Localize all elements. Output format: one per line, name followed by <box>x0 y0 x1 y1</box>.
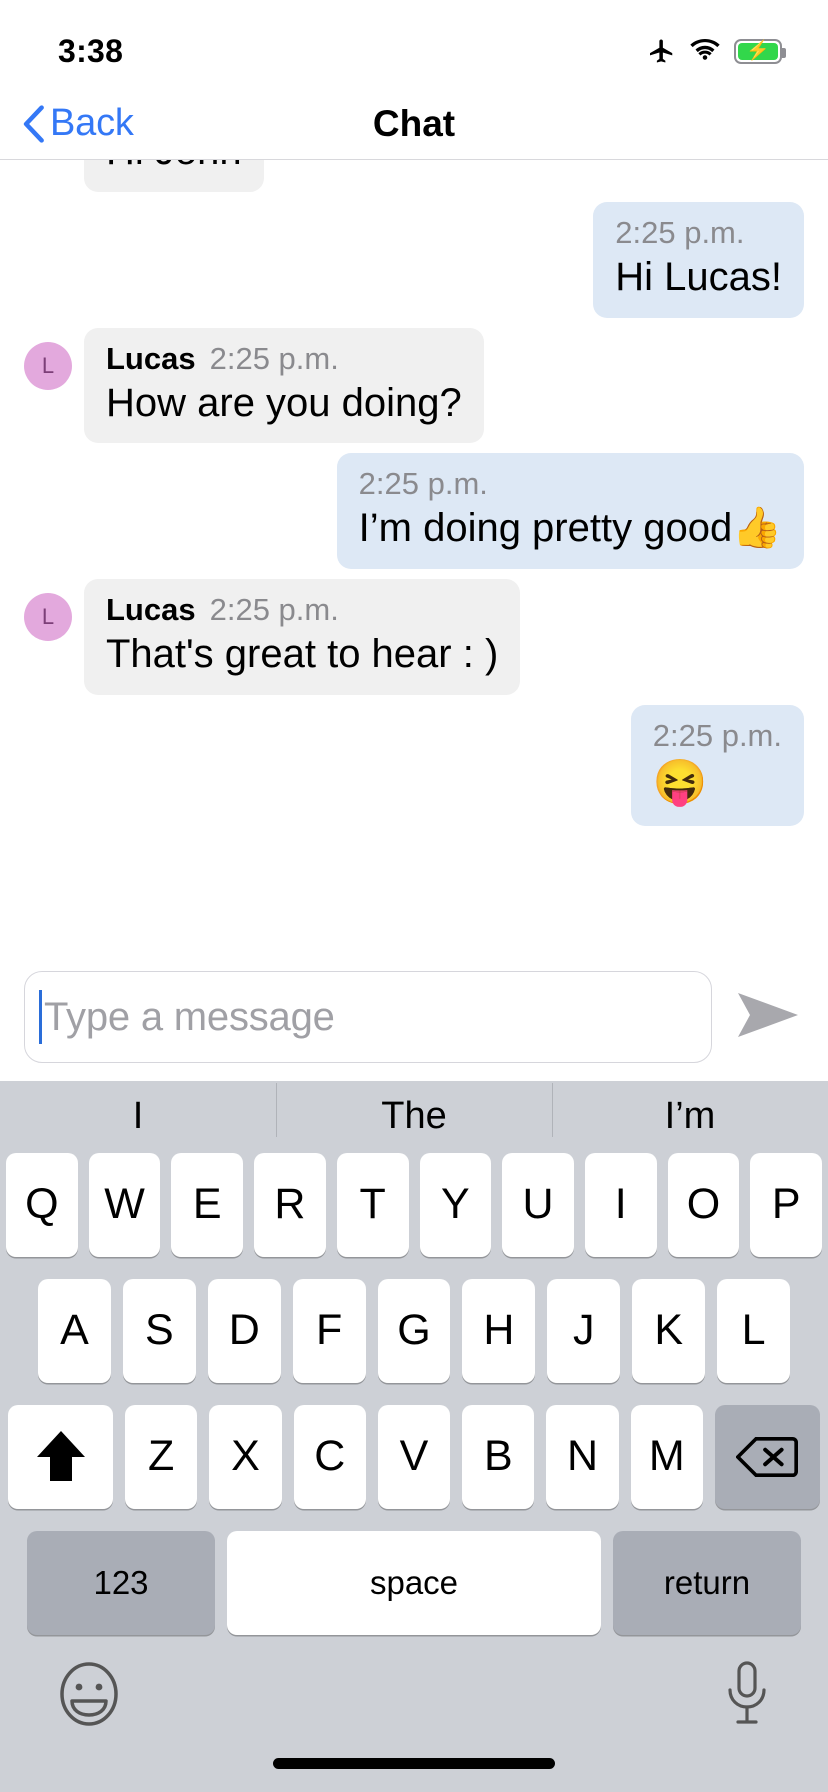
prediction-item[interactable]: I <box>0 1095 276 1138</box>
send-button[interactable] <box>730 979 806 1055</box>
message-bubble[interactable]: 2:25 p.m. Hi Lucas! <box>593 201 804 318</box>
message-sender: Lucas <box>106 340 196 376</box>
backspace-key[interactable] <box>714 1404 820 1509</box>
key-z[interactable]: Z <box>125 1404 198 1509</box>
message-bubble[interactable]: Lucas 2:25 p.m. That's great to hear : ) <box>84 579 521 695</box>
battery-charging-icon: ⚡ <box>734 38 786 64</box>
prediction-bar: I The I’m <box>0 1081 828 1153</box>
message-timestamp: 2:25 p.m. <box>615 214 745 250</box>
back-button[interactable]: Back <box>0 102 134 145</box>
key-u[interactable]: U <box>502 1152 574 1257</box>
dictation-button[interactable] <box>724 1660 770 1728</box>
key-y[interactable]: Y <box>419 1152 492 1257</box>
message-input[interactable]: Type a message <box>24 971 712 1063</box>
airplane-mode-icon <box>646 36 676 66</box>
key-j[interactable]: J <box>547 1278 621 1383</box>
message-meta: 2:25 p.m. <box>615 215 782 251</box>
avatar: L <box>24 341 72 390</box>
message-input-placeholder: Type a message <box>44 994 335 1039</box>
message-text: I’m doing pretty good👍 <box>358 506 782 551</box>
microphone-icon <box>724 1660 770 1728</box>
home-indicator-area <box>0 1753 828 1792</box>
prediction-item[interactable]: I’m <box>552 1083 828 1138</box>
on-screen-keyboard: I The I’m QWERTYUIOP ASDFGHJKL ZXCVBNM 123… <box>0 1081 828 1792</box>
key-c[interactable]: C <box>293 1404 366 1509</box>
key-d[interactable]: D <box>207 1278 281 1383</box>
emoji-face-icon <box>58 1661 120 1727</box>
message-bubble[interactable]: Hi John <box>84 160 264 192</box>
message-timestamp: 2:25 p.m. <box>652 717 782 753</box>
keyboard-bottom-bar <box>0 1635 828 1754</box>
text-caret <box>39 990 42 1044</box>
key-k[interactable]: K <box>632 1278 706 1383</box>
message-timestamp: 2:25 p.m. <box>209 340 339 376</box>
back-button-label: Back <box>50 102 134 144</box>
space-key[interactable]: space <box>227 1530 601 1635</box>
emoji-keyboard-button[interactable] <box>58 1661 120 1727</box>
status-bar: 3:38 ⚡ <box>0 0 828 88</box>
key-s[interactable]: S <box>122 1278 196 1383</box>
key-n[interactable]: N <box>546 1404 619 1509</box>
shift-key[interactable] <box>8 1404 114 1509</box>
message-bubble[interactable]: 2:25 p.m. I’m doing pretty good👍 <box>336 453 804 570</box>
message-bubble[interactable]: Lucas 2:25 p.m. How are you doing? <box>84 327 484 444</box>
key-g[interactable]: G <box>377 1278 451 1383</box>
message-row: 2:25 p.m. 😝 <box>24 704 804 826</box>
message-row: Hi John <box>24 160 804 192</box>
backspace-icon <box>736 1434 799 1480</box>
message-composer: Type a message <box>0 953 828 1081</box>
message-timestamp: 2:25 p.m. <box>358 466 488 502</box>
message-text: Hi Lucas! <box>615 254 782 299</box>
message-text: That's great to hear : ) <box>106 632 499 677</box>
status-bar-icons: ⚡ <box>646 22 786 66</box>
message-text: Hi John <box>106 160 242 176</box>
key-f[interactable]: F <box>292 1278 366 1383</box>
navigation-bar: Back Chat <box>0 88 828 160</box>
prediction-item[interactable]: The <box>276 1083 552 1138</box>
key-e[interactable]: E <box>171 1152 244 1257</box>
key-h[interactable]: H <box>462 1278 536 1383</box>
key-o[interactable]: O <box>667 1152 740 1257</box>
shift-arrow-icon <box>35 1429 87 1485</box>
message-text: How are you doing? <box>106 380 462 425</box>
key-w[interactable]: W <box>88 1152 161 1257</box>
message-row: 2:25 p.m. Hi Lucas! <box>24 201 804 318</box>
message-meta: 2:25 p.m. <box>359 466 782 502</box>
numbers-key[interactable]: 123 <box>27 1530 215 1635</box>
message-text: 😝 <box>652 757 708 807</box>
return-key[interactable]: return <box>613 1530 801 1635</box>
home-indicator[interactable] <box>273 1757 555 1769</box>
key-t[interactable]: T <box>336 1152 409 1257</box>
key-a[interactable]: A <box>38 1278 111 1383</box>
message-meta: 2:25 p.m. <box>653 718 782 754</box>
message-sender: Lucas <box>106 592 196 628</box>
keyboard-row-3: ZXCVBNM <box>0 1404 828 1509</box>
chevron-left-icon <box>22 104 44 143</box>
message-meta: Lucas 2:25 p.m. <box>106 592 498 628</box>
message-timestamp: 2:25 p.m. <box>209 592 339 628</box>
avatar: L <box>24 593 72 642</box>
key-r[interactable]: R <box>254 1152 326 1257</box>
key-p[interactable]: P <box>750 1152 823 1257</box>
wifi-icon <box>689 38 721 64</box>
status-bar-time: 3:38 <box>58 32 124 69</box>
key-q[interactable]: Q <box>5 1152 78 1257</box>
keyboard-row-1: QWERTYUIOP <box>0 1152 828 1257</box>
message-row: 2:25 p.m. I’m doing pretty good👍 <box>24 453 804 570</box>
message-meta: Lucas 2:25 p.m. <box>106 341 462 377</box>
message-list[interactable]: Hi John 2:25 p.m. Hi Lucas! L Lucas 2:25 p.m.… <box>0 160 828 953</box>
message-row: L Lucas 2:25 p.m. How are you doing? <box>24 327 804 444</box>
message-row: L Lucas 2:25 p.m. That's great to hear : ) <box>24 579 804 695</box>
key-l[interactable]: L <box>717 1278 791 1383</box>
keyboard-row-2: ASDFGHJKL <box>0 1278 828 1383</box>
key-x[interactable]: X <box>209 1404 282 1509</box>
key-b[interactable]: B <box>462 1404 535 1509</box>
key-v[interactable]: V <box>377 1404 451 1509</box>
keyboard-row-4: 123 space return <box>0 1530 828 1635</box>
key-m[interactable]: M <box>630 1404 703 1509</box>
key-i[interactable]: I <box>584 1152 657 1257</box>
message-bubble[interactable]: 2:25 p.m. 😝 <box>630 704 804 826</box>
send-arrow-icon <box>734 989 802 1046</box>
